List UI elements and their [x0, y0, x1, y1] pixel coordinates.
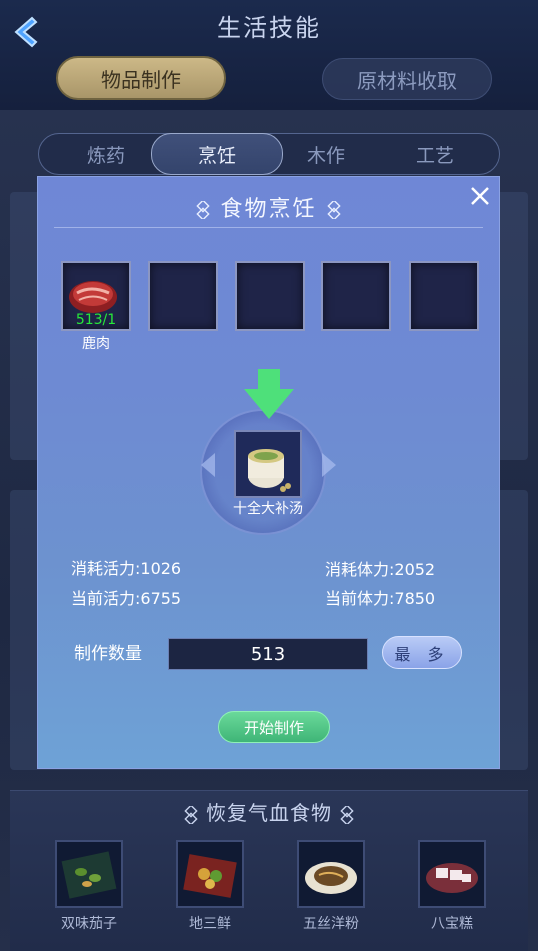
tab-alchemy[interactable]: 炼药	[51, 134, 161, 174]
start-craft-button[interactable]: 开始制作	[218, 711, 330, 743]
quantity-input[interactable]	[168, 638, 368, 670]
food-name: 双味茄子	[61, 916, 117, 932]
food-section-title: 恢复气血食物	[0, 797, 538, 826]
eggplant-dish-icon	[61, 851, 117, 899]
cooking-dialog: 食物烹饪 513/1 鹿肉 十全大补汤 消耗活力:1026 消耗体力:2052 …	[37, 176, 500, 769]
cake-dish-icon	[426, 863, 478, 893]
product-slot[interactable]	[234, 430, 302, 498]
down-arrow-icon	[244, 369, 294, 419]
tab-item-crafting[interactable]: 物品制作	[56, 56, 226, 100]
prev-recipe-arrow-icon[interactable]	[201, 453, 215, 477]
soup-pot-icon	[248, 449, 291, 492]
next-recipe-arrow-icon[interactable]	[322, 453, 336, 477]
dialog-title-text: 食物烹饪	[220, 197, 317, 222]
quantity-label: 制作数量	[74, 644, 142, 664]
ornament-icon	[326, 201, 341, 219]
noodle-dish-icon	[305, 862, 357, 894]
ingredient-slot-empty[interactable]	[409, 261, 479, 331]
tab-cooking[interactable]: 烹饪	[151, 133, 283, 175]
food-section-title-text: 恢复气血食物	[206, 801, 332, 825]
stamina-cost: 消耗体力:2052	[325, 560, 436, 579]
food-name: 五丝洋粉	[303, 916, 359, 932]
page-title: 生活技能	[217, 14, 321, 42]
ingredient-slot-empty[interactable]	[235, 261, 305, 331]
food-name: 地三鲜	[189, 916, 231, 932]
max-button[interactable]: 最 多	[382, 636, 462, 669]
ornament-icon	[340, 805, 354, 824]
food-item[interactable]	[55, 840, 123, 908]
energy-current: 当前活力:6755	[71, 589, 182, 608]
ornament-icon	[184, 805, 198, 824]
energy-cost: 消耗活力:1026	[71, 559, 182, 578]
close-icon[interactable]	[469, 185, 491, 207]
ingredient-slot-empty[interactable]	[321, 261, 391, 331]
food-item[interactable]	[418, 840, 486, 908]
food-item[interactable]	[176, 840, 244, 908]
tab-woodwork[interactable]: 木作	[271, 134, 381, 174]
ingredient-name: 鹿肉	[82, 336, 110, 352]
ingredient-count: 513/1	[75, 312, 117, 328]
divider	[54, 227, 483, 228]
product-name: 十全大补汤	[233, 501, 303, 517]
vegetable-dish-icon	[183, 854, 237, 898]
food-item[interactable]	[297, 840, 365, 908]
tab-material-collect[interactable]: 原材料收取	[322, 58, 492, 100]
ornament-icon	[196, 201, 211, 219]
skill-tab-bar: 炼药 烹饪 木作 工艺	[38, 133, 500, 175]
ingredient-slot-empty[interactable]	[148, 261, 218, 331]
ingredient-slot[interactable]: 513/1	[61, 261, 131, 331]
tab-craft[interactable]: 工艺	[380, 134, 490, 174]
dialog-title: 食物烹饪	[38, 191, 499, 223]
food-name: 八宝糕	[431, 916, 473, 932]
stamina-current: 当前体力:7850	[325, 589, 436, 608]
